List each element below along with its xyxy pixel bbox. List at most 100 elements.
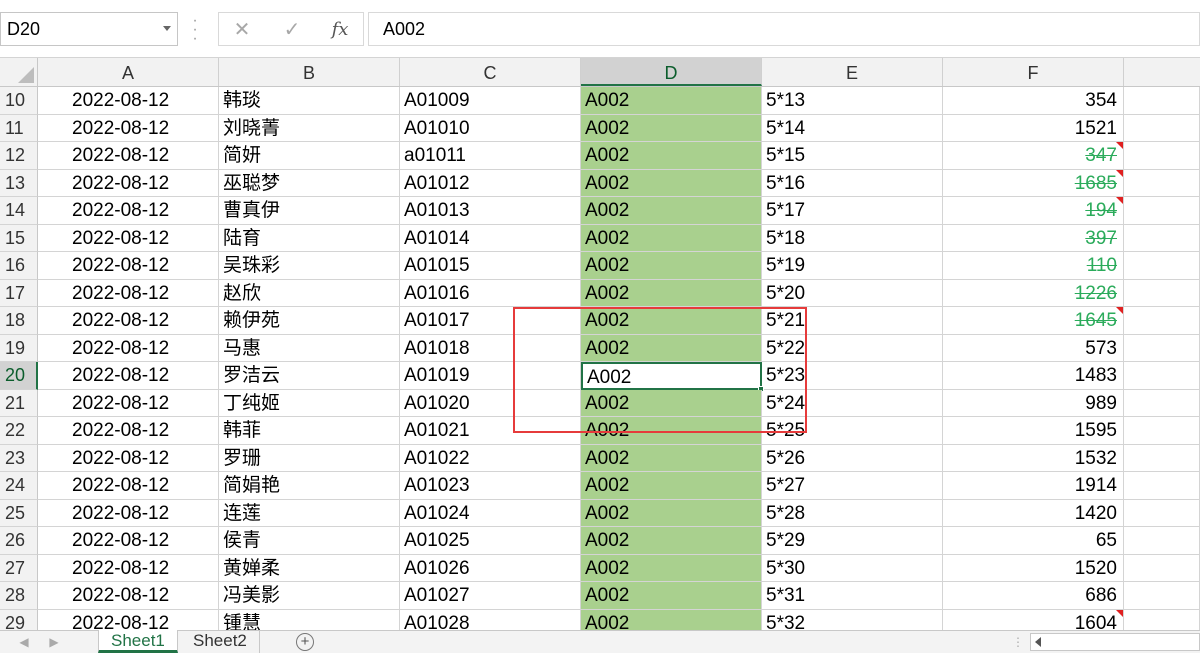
cell-c[interactable]: A01013 xyxy=(400,197,581,225)
cell-f[interactable]: 347 xyxy=(943,142,1124,170)
comment-indicator-icon[interactable] xyxy=(1116,197,1123,204)
cell-e[interactable]: 5*15 xyxy=(762,142,943,170)
cell-e[interactable]: 5*25 xyxy=(762,417,943,445)
cell-f[interactable]: 1483 xyxy=(943,362,1124,390)
cell-f[interactable]: 1521 xyxy=(943,114,1124,142)
cell-d[interactable]: A002 xyxy=(581,142,762,170)
cell-b[interactable]: 罗洁云 xyxy=(219,362,400,390)
cell-a[interactable]: 2022-08-12 xyxy=(38,472,219,500)
cell-d[interactable]: A002 xyxy=(581,444,762,472)
cell-c[interactable]: A01022 xyxy=(400,444,581,472)
cell-g[interactable] xyxy=(1124,389,1200,417)
cell-a[interactable]: 2022-08-12 xyxy=(38,87,219,115)
cell-a[interactable]: 2022-08-12 xyxy=(38,499,219,527)
cell-c[interactable]: A01023 xyxy=(400,472,581,500)
cell-g[interactable] xyxy=(1124,252,1200,280)
cell-b[interactable]: 刘晓菁 xyxy=(219,114,400,142)
cell-f[interactable]: 573 xyxy=(943,334,1124,362)
tab-sheet1[interactable]: Sheet1 xyxy=(98,630,178,653)
cancel-icon[interactable]: ✕ xyxy=(227,17,257,43)
cell-g[interactable] xyxy=(1124,169,1200,197)
row-header[interactable]: 13 xyxy=(0,169,38,197)
cell-a[interactable]: 2022-08-12 xyxy=(38,224,219,252)
cell-c[interactable]: A01016 xyxy=(400,279,581,307)
tabs-splitter-icon[interactable]: ⋮ xyxy=(1012,635,1024,649)
cell-b[interactable]: 侯青 xyxy=(219,527,400,555)
cell-g[interactable] xyxy=(1124,582,1200,610)
cell-a[interactable]: 2022-08-12 xyxy=(38,142,219,170)
cell-c[interactable]: A01026 xyxy=(400,554,581,582)
cell-c[interactable]: A01019 xyxy=(400,362,581,390)
cell-c[interactable]: A01027 xyxy=(400,582,581,610)
cell-g[interactable] xyxy=(1124,114,1200,142)
cell-b[interactable]: 简妍 xyxy=(219,142,400,170)
comment-indicator-icon[interactable] xyxy=(1116,609,1123,617)
cell-d[interactable]: A002 xyxy=(581,169,762,197)
chevron-down-icon[interactable] xyxy=(163,26,171,31)
cell-c[interactable]: A01018 xyxy=(400,334,581,362)
row-header[interactable]: 25 xyxy=(0,499,38,527)
cell-d[interactable]: A002 xyxy=(581,197,762,225)
cell-b[interactable]: 简娟艳 xyxy=(219,472,400,500)
cell-f[interactable]: 1595 xyxy=(943,417,1124,445)
cell-c[interactable]: A01009 xyxy=(400,87,581,115)
cell-a[interactable]: 2022-08-12 xyxy=(38,114,219,142)
cell-b[interactable]: 黄婵柔 xyxy=(219,554,400,582)
cell-f[interactable]: 686 xyxy=(943,582,1124,610)
cell-c[interactable]: A01017 xyxy=(400,307,581,335)
column-header-c[interactable]: C xyxy=(400,58,581,86)
cell-d[interactable]: A002 xyxy=(581,499,762,527)
scroll-left-icon[interactable] xyxy=(1035,637,1041,647)
column-header-g[interactable] xyxy=(1124,58,1200,86)
cell-d[interactable]: A002 xyxy=(581,114,762,142)
cell-a[interactable]: 2022-08-12 xyxy=(38,362,219,390)
cell-b[interactable]: 罗珊 xyxy=(219,444,400,472)
scroll-tabs-right-icon[interactable]: ▶ xyxy=(44,631,64,653)
cell-a[interactable]: 2022-08-12 xyxy=(38,527,219,555)
comment-indicator-icon[interactable] xyxy=(1116,142,1123,149)
cell-c[interactable]: A01025 xyxy=(400,527,581,555)
cell-d[interactable]: A002 xyxy=(581,252,762,280)
cell-a[interactable]: 2022-08-12 xyxy=(38,252,219,280)
cell-d[interactable]: A002 xyxy=(581,362,762,390)
cell-f[interactable]: 194 xyxy=(943,197,1124,225)
cell-c[interactable]: A01024 xyxy=(400,499,581,527)
row-header[interactable]: 21 xyxy=(0,389,38,417)
select-all-icon[interactable] xyxy=(18,67,34,83)
cell-f[interactable]: 397 xyxy=(943,224,1124,252)
comment-indicator-icon[interactable] xyxy=(1116,169,1123,177)
cell-f[interactable]: 65 xyxy=(943,527,1124,555)
cell-b[interactable]: 韩琰 xyxy=(219,87,400,115)
cell-d[interactable]: A002 xyxy=(581,554,762,582)
insert-function-icon[interactable]: fx xyxy=(325,17,355,43)
cell-a[interactable]: 2022-08-12 xyxy=(38,582,219,610)
column-header-d[interactable]: D xyxy=(581,58,762,86)
cell-g[interactable] xyxy=(1124,527,1200,555)
cell-e[interactable]: 5*16 xyxy=(762,169,943,197)
cell-e[interactable]: 5*17 xyxy=(762,197,943,225)
cell-b[interactable]: 丁纯姬 xyxy=(219,389,400,417)
row-header[interactable]: 10 xyxy=(0,87,38,115)
cell-e[interactable]: 5*26 xyxy=(762,444,943,472)
cell-g[interactable] xyxy=(1124,554,1200,582)
cell-a[interactable]: 2022-08-12 xyxy=(38,197,219,225)
row-header[interactable]: 27 xyxy=(0,554,38,582)
cell-g[interactable] xyxy=(1124,307,1200,335)
add-sheet-icon[interactable]: + xyxy=(296,633,314,651)
cell-a[interactable]: 2022-08-12 xyxy=(38,279,219,307)
cell-b[interactable]: 韩菲 xyxy=(219,417,400,445)
cell-d[interactable]: A002 xyxy=(581,527,762,555)
cell-f[interactable]: 1914 xyxy=(943,472,1124,500)
cell-b[interactable]: 冯美影 xyxy=(219,582,400,610)
name-box[interactable]: D20 xyxy=(0,12,178,46)
cell-e[interactable]: 5*31 xyxy=(762,582,943,610)
cell-f[interactable]: 989 xyxy=(943,389,1124,417)
cell-c[interactable]: A01021 xyxy=(400,417,581,445)
tab-sheet2[interactable]: Sheet2 xyxy=(181,630,260,653)
cell-c[interactable]: A01014 xyxy=(400,224,581,252)
row-header[interactable]: 15 xyxy=(0,224,38,252)
cell-g[interactable] xyxy=(1124,417,1200,445)
cell-c[interactable]: a01011 xyxy=(400,142,581,170)
cell-a[interactable]: 2022-08-12 xyxy=(38,307,219,335)
cell-c[interactable]: A01015 xyxy=(400,252,581,280)
